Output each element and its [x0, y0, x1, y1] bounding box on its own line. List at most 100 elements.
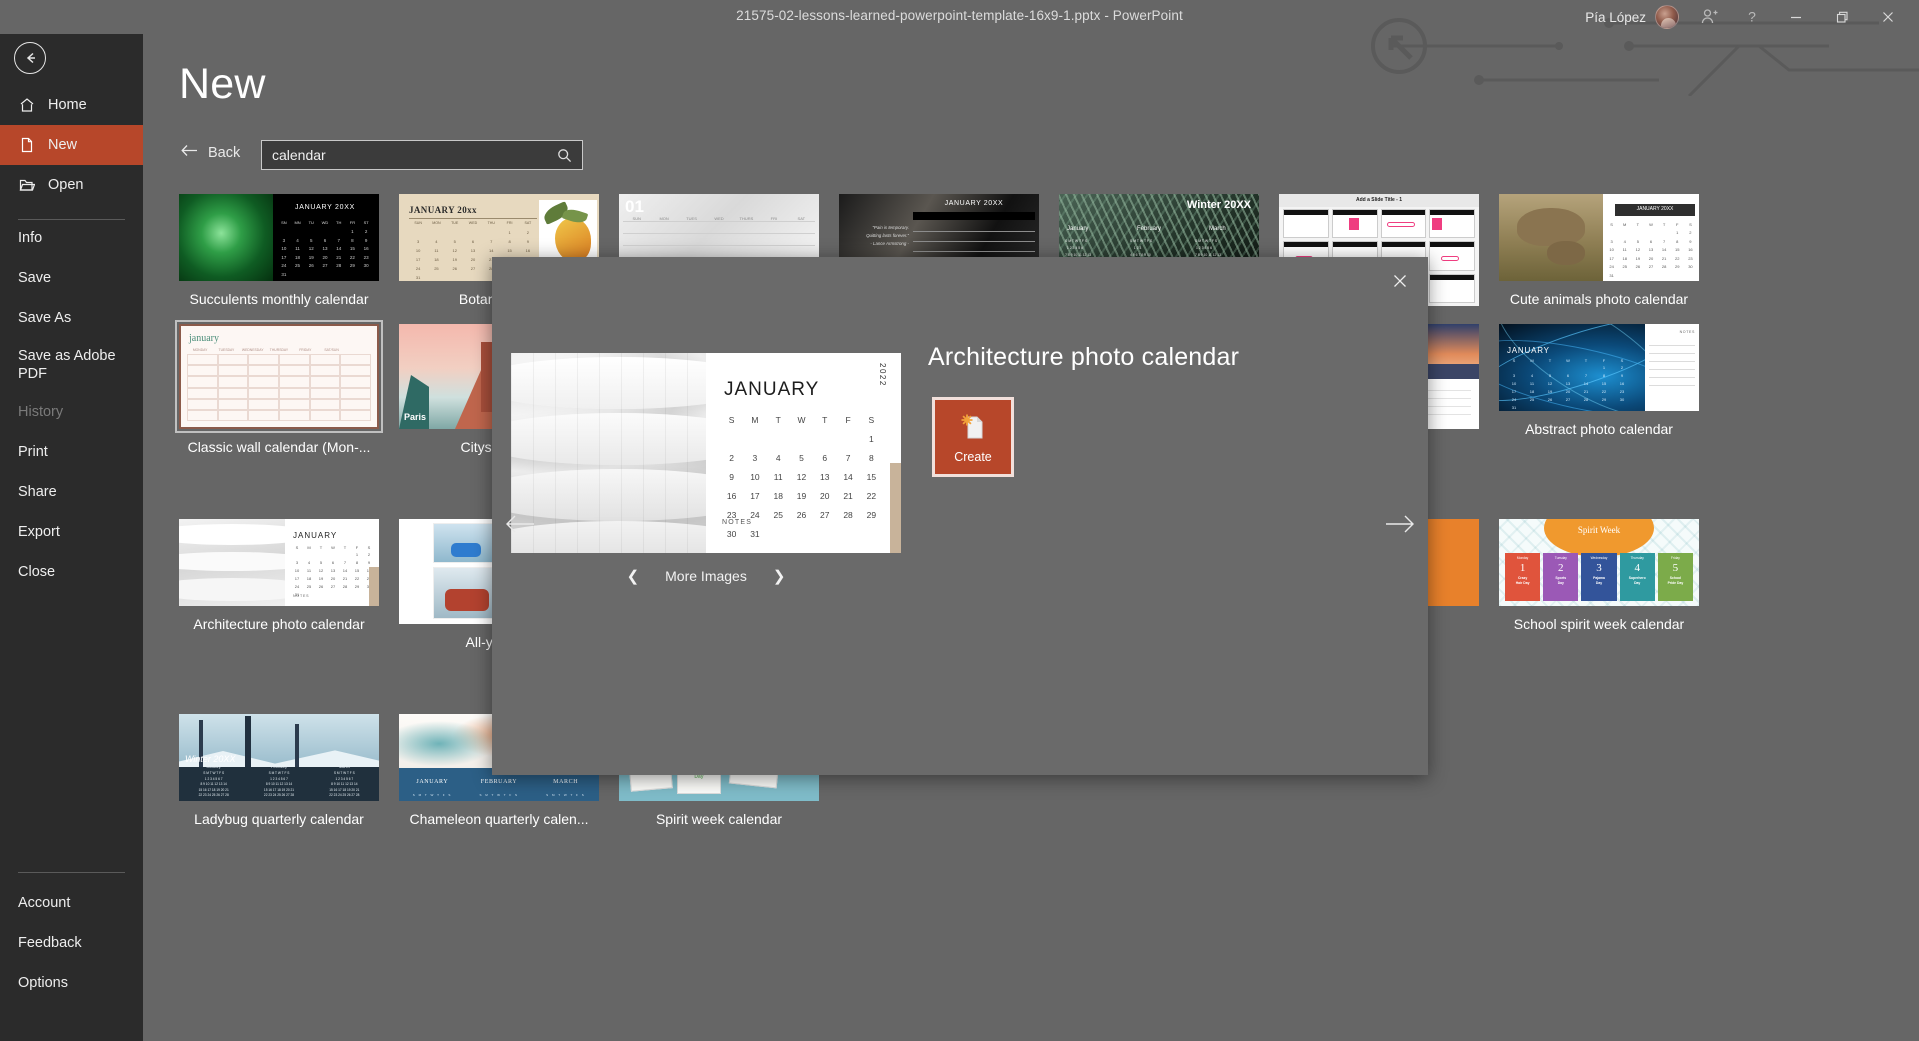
- template-caption: Architecture photo calendar: [193, 616, 365, 632]
- page-title: New: [179, 60, 266, 108]
- sidebar-item-account[interactable]: Account: [0, 883, 143, 923]
- template-thumbnail: JANUARY SMTWTFS 12 3456789 10 11 12 13 14 15 1…: [179, 519, 379, 606]
- sidebar-item-label: Export: [18, 524, 60, 540]
- restore-window-icon[interactable]: [1819, 0, 1865, 34]
- titlebar-controls: Pía López ?: [1575, 0, 1911, 34]
- template-caption: Cute animals photo calendar: [1509, 291, 1689, 307]
- preview-title: Architecture photo calendar: [928, 343, 1240, 371]
- sidebar-item-label: Info: [18, 230, 43, 246]
- sidebar-secondary-list: Info Save Save As Save as Adobe PDF Hist…: [0, 218, 143, 592]
- sidebar-item-save[interactable]: Save: [0, 258, 143, 298]
- new-document-icon: [18, 137, 36, 153]
- template-preview-image: 2022 JANUARY SMTWTFS 1 2345678 9 10 11 12 13…: [511, 353, 901, 553]
- help-question-icon[interactable]: ?: [1731, 0, 1773, 34]
- close-window-icon[interactable]: [1865, 0, 1911, 34]
- backstage-sidebar: Home New Open Info Save Save As Save as …: [0, 0, 143, 1041]
- calendar-panel: 2022 JANUARY SMTWTFS 1 2345678 9 10 11 12 13…: [706, 353, 901, 553]
- sidebar-item-label: Save As: [18, 310, 72, 326]
- template-caption: Ladybug quarterly calendar: [194, 811, 364, 827]
- template-thumbnail: JANUARY 20XX SMTWTFS 12 3456789 10 11 12 13…: [1499, 194, 1699, 281]
- sidebar-item-close[interactable]: Close: [0, 552, 143, 592]
- template-caption: Succulents monthly calendar: [189, 291, 369, 307]
- sidebar-item-label: Print: [18, 444, 48, 460]
- template-thumbnail: Spirit Week Monday 1 Crazy Hair Day Tuesd…: [1499, 519, 1699, 606]
- open-folder-icon: [18, 177, 36, 193]
- powerpoint-backstage-window: 21575-02-lessons-learned-powerpoint-temp…: [0, 0, 1919, 1041]
- chevron-left-icon[interactable]: ❮: [627, 567, 640, 585]
- calendar-month: JANUARY: [724, 379, 820, 400]
- sidebar-item-share[interactable]: Share: [0, 472, 143, 512]
- sidebar-item-label: New: [48, 137, 78, 153]
- template-card-abstract-photo-calendar[interactable]: JANUARY SMTWTFS 12 3456789 10 11 12 13 14 15 1…: [1499, 324, 1699, 437]
- home-icon: [18, 97, 36, 113]
- next-template-button[interactable]: [1378, 504, 1422, 544]
- svg-text:?: ?: [1748, 9, 1756, 25]
- account-name: Pía López: [1585, 9, 1646, 25]
- template-card-classic-wall-calendar[interactable]: january MONDAY TUESDAY WEDNESDAY THURSDAY FR…: [175, 320, 383, 455]
- template-thumbnail: JANUARY 20XX SN MN TU WD TH FR ST 12 3456789 1…: [179, 194, 379, 281]
- template-caption: Classic wall calendar (Mon-...: [187, 439, 371, 455]
- sidebar-bottom-list: Account Feedback Options: [0, 858, 143, 1003]
- avatar[interactable]: [1655, 5, 1679, 29]
- more-images-label: More Images: [665, 568, 747, 584]
- sidebar-item-label: Feedback: [18, 935, 82, 951]
- create-label: Create: [954, 449, 992, 464]
- template-caption: School spirit week calendar: [1513, 616, 1685, 632]
- close-icon[interactable]: [1382, 265, 1418, 297]
- new-slide-icon: [958, 411, 988, 446]
- sidebar-item-new[interactable]: New: [0, 125, 143, 165]
- template-search-box[interactable]: [261, 140, 583, 170]
- share-person-icon[interactable]: [1689, 0, 1731, 34]
- sidebar-item-label: Account: [18, 895, 71, 911]
- template-thumbnail: january MONDAY TUESDAY WEDNESDAY THURSDAY FR…: [175, 320, 383, 433]
- sidebar-item-history: History: [0, 392, 143, 432]
- calendar-year: 2022: [878, 363, 887, 387]
- template-card-ladybug-quarterly[interactable]: Winter 20XX January S M T W T F S1 2 3 4 …: [179, 714, 379, 827]
- sidebar-item-info[interactable]: Info: [0, 218, 143, 258]
- template-caption: Chameleon quarterly calen...: [409, 811, 589, 827]
- minimize-icon[interactable]: [1773, 0, 1819, 34]
- sidebar-item-options[interactable]: Options: [0, 963, 143, 1003]
- sidebar-item-home[interactable]: Home: [0, 85, 143, 125]
- sidebar-item-open[interactable]: Open: [0, 165, 143, 205]
- sidebar-item-label: Open: [48, 177, 84, 193]
- sidebar-item-label: Share: [18, 484, 57, 500]
- search-input[interactable]: [272, 147, 554, 163]
- calendar-day-headers: SMTWTFS: [728, 415, 875, 425]
- sidebar-item-feedback[interactable]: Feedback: [0, 923, 143, 963]
- template-card-succulents-monthly-calendar[interactable]: JANUARY 20XX SN MN TU WD TH FR ST 12 3456789 1…: [179, 194, 379, 307]
- template-thumbnail: Winter 20XX January S M T W T F S1 2 3 4 …: [179, 714, 379, 801]
- sidebar-item-label: Home: [48, 97, 87, 113]
- template-card-school-spirit-week[interactable]: Spirit Week Monday 1 Crazy Hair Day Tuesd…: [1499, 519, 1699, 632]
- sidebar-item-label: History: [18, 404, 64, 420]
- sidebar-item-export[interactable]: Export: [0, 512, 143, 552]
- search-magnifier-icon[interactable]: [554, 148, 574, 163]
- account-button[interactable]: Pía López: [1575, 0, 1689, 34]
- back-label: Back: [208, 144, 241, 161]
- template-thumbnail: JANUARY SMTWTFS 12 3456789 10 11 12 13 14 15 1…: [1499, 324, 1699, 411]
- calendar-accent-band: [890, 463, 901, 553]
- sidebar-item-label: Save: [18, 270, 52, 286]
- sidebar-divider-bottom: [18, 872, 125, 873]
- more-images-nav: ❮ More Images ❯: [511, 567, 901, 585]
- sidebar-item-save-as-adobe-pdf[interactable]: Save as Adobe PDF: [0, 338, 143, 392]
- sidebar-primary-list: Home New Open: [0, 85, 143, 232]
- title-bar: 21575-02-lessons-learned-powerpoint-temp…: [0, 0, 1919, 96]
- previous-template-button[interactable]: [498, 504, 542, 544]
- sidebar-item-label: Close: [18, 564, 56, 580]
- sidebar-item-label: Options: [18, 975, 68, 991]
- sidebar-item-print[interactable]: Print: [0, 432, 143, 472]
- arrow-left-icon: [181, 144, 198, 161]
- back-arrow-circle-icon[interactable]: [14, 42, 46, 74]
- template-card-cute-animals[interactable]: JANUARY 20XX SMTWTFS 12 3456789 10 11 12 13…: [1499, 194, 1699, 307]
- chevron-right-icon[interactable]: ❯: [773, 567, 786, 585]
- sidebar-item-label: Save as Adobe PDF: [18, 348, 116, 382]
- sidebar-item-save-as[interactable]: Save As: [0, 298, 143, 338]
- template-caption: Abstract photo calendar: [1525, 421, 1673, 437]
- calendar-notes-label: NOTES: [722, 519, 753, 526]
- template-card-architecture-photo-calendar[interactable]: JANUARY SMTWTFS 12 3456789 10 11 12 13 14 15 1…: [179, 519, 379, 632]
- back-to-templates-button[interactable]: Back: [181, 144, 240, 161]
- template-caption: Spirit week calendar: [655, 811, 783, 827]
- template-preview-dialog: 2022 JANUARY SMTWTFS 1 2345678 9 10 11 12 13…: [492, 257, 1428, 775]
- create-button[interactable]: Create: [932, 397, 1014, 477]
